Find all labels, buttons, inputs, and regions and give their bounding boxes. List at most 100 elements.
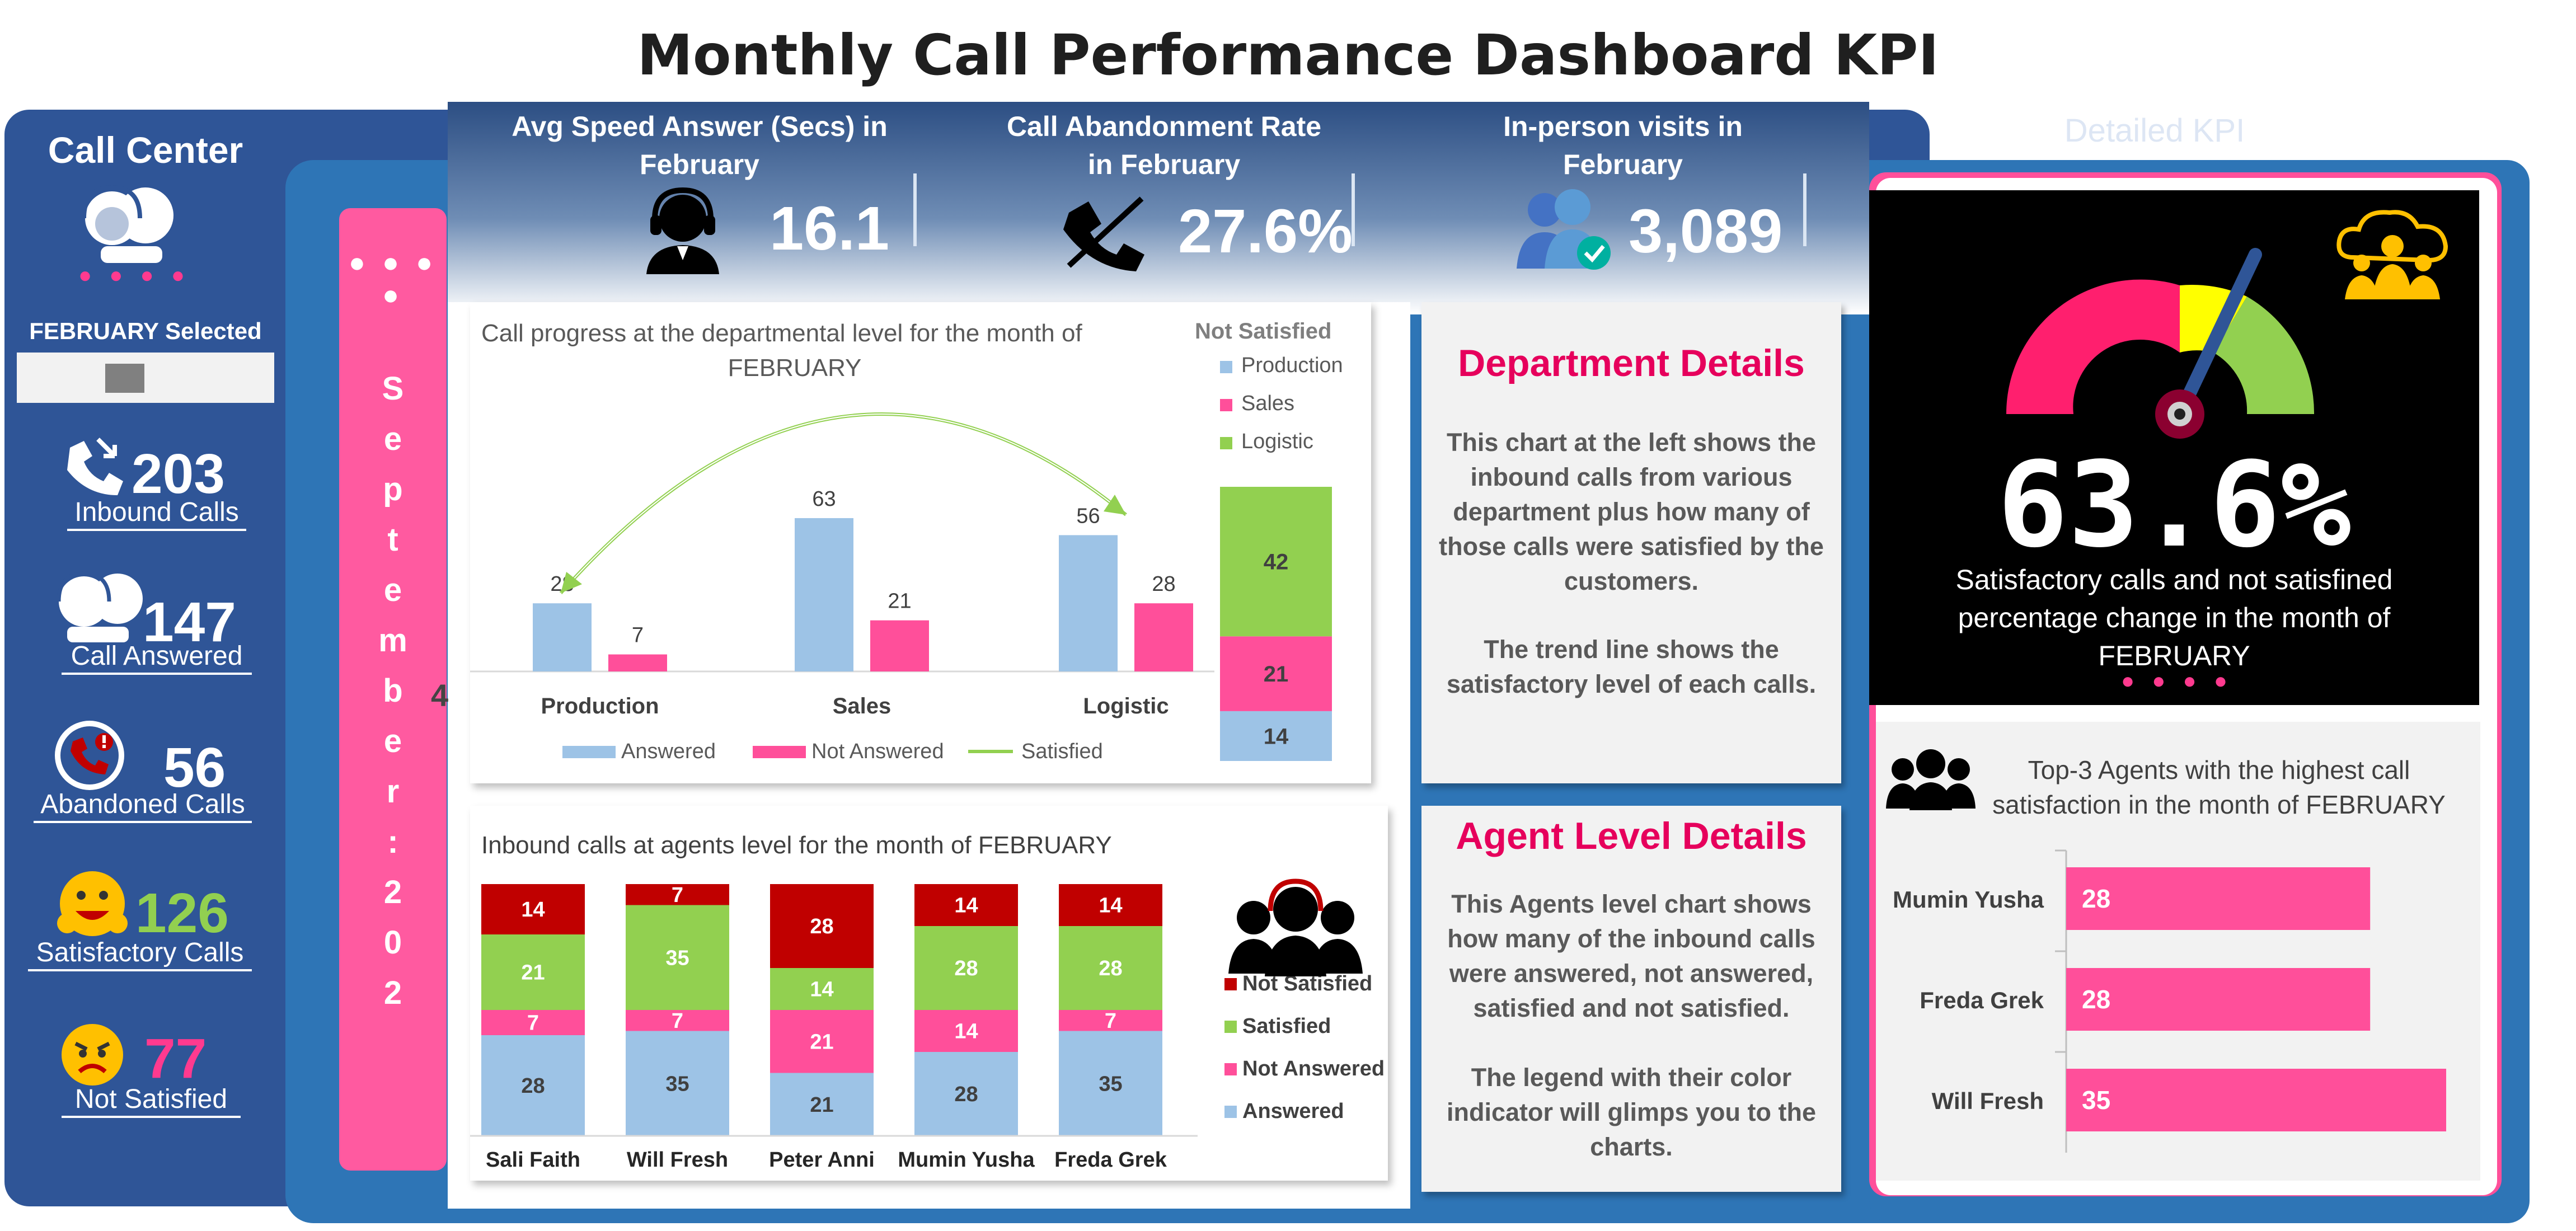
month-selector[interactable] bbox=[17, 353, 274, 403]
category-label: Production bbox=[541, 694, 659, 718]
data-label: 21 bbox=[521, 961, 545, 985]
chart-title-month: FEBRUARY bbox=[728, 354, 862, 382]
phone-incoming-icon bbox=[59, 436, 126, 501]
kpi-separator bbox=[1803, 173, 1807, 246]
legend-swatch bbox=[753, 746, 806, 758]
month-selector-thumb[interactable] bbox=[105, 364, 144, 393]
call-answered-label: Call Answered bbox=[62, 641, 252, 675]
gauge-caption: Satisfactory calls and not satisfined pe… bbox=[1955, 564, 2393, 671]
verified-users-icon bbox=[1511, 185, 1612, 277]
data-label: 14 bbox=[521, 898, 545, 922]
category-label: Sales bbox=[833, 694, 891, 718]
agent-details-title: Agent Level Details bbox=[1456, 815, 1807, 857]
data-label: 35 bbox=[665, 946, 689, 970]
data-label: 7 bbox=[672, 884, 683, 907]
category-label: Logistic bbox=[1083, 694, 1169, 718]
top3-agents-title: Top-3 Agents with the highest call satis… bbox=[1992, 755, 2446, 819]
legend-label: Answered bbox=[1242, 1100, 1344, 1123]
data-label: 35 bbox=[665, 1072, 689, 1096]
sidebar-dots: ● ● ● ● bbox=[78, 263, 190, 288]
data-label: 28 bbox=[2082, 985, 2110, 1014]
legend-swatch bbox=[1220, 361, 1232, 373]
data-label: 28 bbox=[954, 957, 978, 980]
data-label: 14 bbox=[1099, 894, 1122, 918]
headset-agents-icon bbox=[45, 571, 157, 646]
not-satisfied-value: 77 bbox=[144, 1027, 207, 1090]
data-label: 28 bbox=[954, 1083, 978, 1106]
data-label: 28 bbox=[1099, 957, 1122, 980]
gauge-value: 63.6% bbox=[1997, 436, 2352, 574]
bar-not-answered bbox=[1134, 603, 1193, 671]
data-label: 21 bbox=[810, 1093, 833, 1117]
agent-details-note: The legend with their color indicator wi… bbox=[1446, 1063, 1817, 1161]
detailed-kpi-title: Detailed KPI bbox=[2064, 112, 2245, 149]
bar-answered bbox=[533, 603, 592, 671]
cloud-team-icon bbox=[2331, 207, 2454, 305]
happy-face-icon bbox=[56, 867, 129, 943]
kpi-separator bbox=[913, 173, 917, 246]
data-label: 14 bbox=[954, 894, 978, 918]
data-label: 28 bbox=[521, 1074, 545, 1098]
category-label: Mumin Yusha bbox=[1893, 886, 2044, 913]
kpi-visits-value: 3,089 bbox=[1629, 197, 1783, 266]
slicer-overflow-digit: 4 bbox=[431, 678, 449, 713]
data-label: 63 bbox=[812, 487, 836, 511]
department-details-note: The trend line shows the satisfactory le… bbox=[1446, 635, 1817, 698]
chart-title: Call progress at the departmental level … bbox=[481, 320, 1082, 347]
kpi-abandonment-header: Call Abandonment Rate in February bbox=[1006, 111, 1322, 180]
bar-not-answered bbox=[870, 620, 929, 671]
department-details-body: This chart at the left shows the inbound… bbox=[1439, 428, 1824, 595]
legend-label: Production bbox=[1241, 354, 1343, 377]
data-label: 7 bbox=[527, 1012, 539, 1035]
legend-swatch bbox=[1224, 1021, 1237, 1033]
data-label: 21 bbox=[810, 1030, 833, 1054]
data-label: 56 bbox=[1076, 504, 1100, 528]
satisfactory-calls-value: 126 bbox=[135, 882, 229, 945]
phone-alert-icon bbox=[50, 716, 129, 797]
kpi-separator bbox=[1352, 173, 1355, 246]
gauge-dots: ● ● ● ● bbox=[2121, 669, 2233, 693]
department-chart: Call progress at the departmental level … bbox=[470, 319, 1343, 763]
data-label: 28 bbox=[1152, 572, 1175, 596]
data-label: 28 bbox=[2082, 884, 2110, 913]
month-selected-label: FEBRUARY Selected bbox=[29, 318, 262, 344]
kpi-visits-header: In-person visits in February bbox=[1503, 111, 1743, 180]
legend-swatch bbox=[1224, 1106, 1237, 1118]
not-satisfied-label: Not Satisfied bbox=[62, 1084, 241, 1118]
data-label: 14 bbox=[1264, 724, 1289, 749]
angry-face-icon bbox=[56, 1021, 129, 1091]
phone-slash-icon bbox=[1058, 190, 1153, 277]
bar-not-answered bbox=[608, 654, 667, 671]
legend-label: Not Answered bbox=[811, 740, 944, 763]
agent-chart: Inbound calls at agents level for the mo… bbox=[470, 831, 1385, 1172]
kpi-abandonment-value: 27.6% bbox=[1178, 197, 1353, 266]
legend-label: Satisfied bbox=[1242, 1014, 1331, 1038]
category-label: Peter Anni bbox=[769, 1148, 875, 1172]
legend-label: Logistic bbox=[1241, 430, 1313, 453]
inbound-calls-label: Inbound Calls bbox=[67, 497, 246, 531]
legend-label: Satisfied bbox=[1021, 740, 1103, 763]
legend-swatch bbox=[1224, 1063, 1237, 1075]
data-label: 28 bbox=[810, 915, 833, 938]
headset-agents-logo-icon bbox=[67, 185, 190, 266]
agent-details-body: This Agents level chart shows how many o… bbox=[1447, 890, 1815, 1022]
data-label: 14 bbox=[954, 1020, 978, 1044]
abandoned-calls-label: Abandoned Calls bbox=[34, 789, 252, 823]
legend-label: Sales bbox=[1241, 392, 1294, 415]
satisfactory-calls-label: Satisfactory Calls bbox=[28, 937, 252, 971]
bar-answered bbox=[795, 518, 853, 671]
category-label: Will Fresh bbox=[1932, 1088, 2044, 1114]
slicer-dots: ● ● ● ● bbox=[348, 247, 438, 311]
data-label: 7 bbox=[672, 1009, 683, 1033]
data-label: 42 bbox=[1264, 550, 1289, 575]
agents-group-icon bbox=[1220, 878, 1371, 982]
chart-title: Not Satisfied bbox=[1195, 319, 1331, 344]
gauge-segment-red bbox=[2006, 279, 2180, 414]
legend-swatch bbox=[1220, 399, 1232, 411]
agents-group-icon bbox=[1880, 744, 1981, 814]
trend-arrowhead bbox=[1104, 495, 1126, 515]
department-details-title: Department Details bbox=[1458, 342, 1805, 384]
legend-label: Not Answered bbox=[1242, 1057, 1385, 1080]
sidebar-title: Call Center bbox=[48, 129, 243, 171]
kpi-avg-speed-value: 16.1 bbox=[769, 194, 890, 263]
